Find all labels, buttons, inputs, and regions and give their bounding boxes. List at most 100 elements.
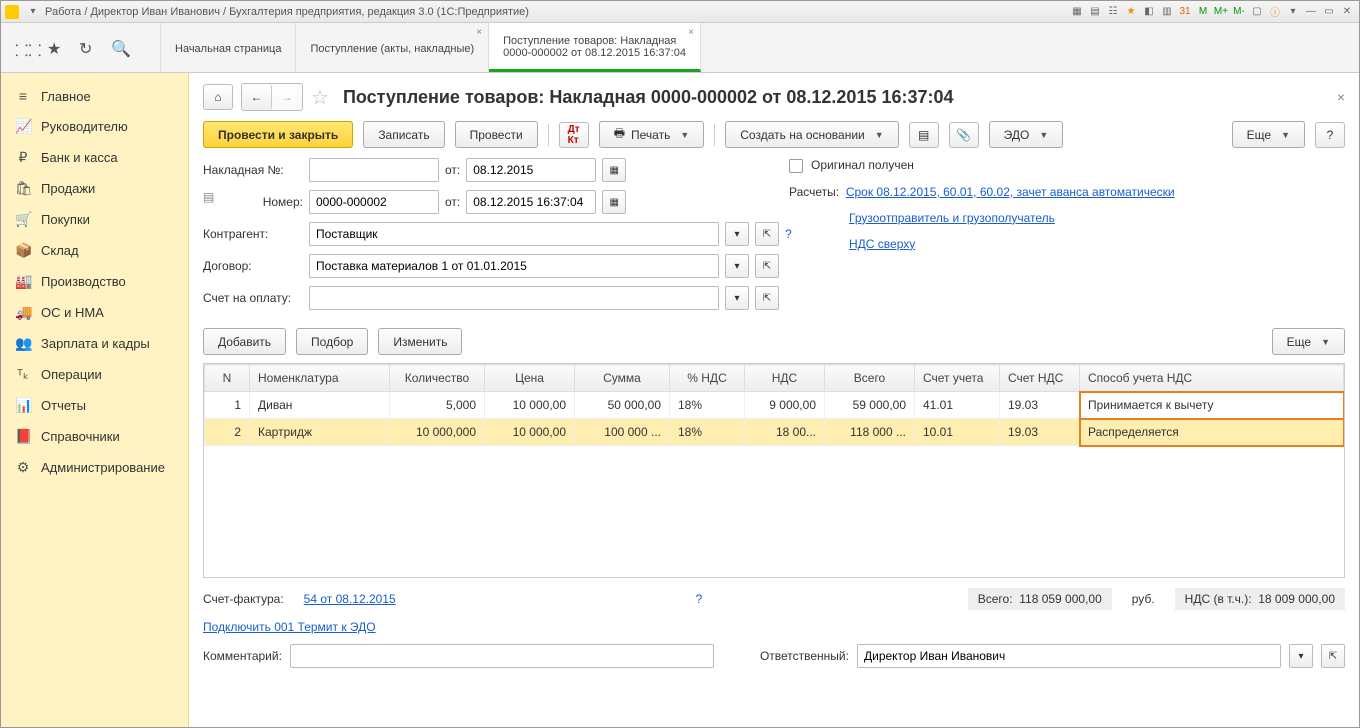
create-based-button[interactable]: Создать на основании▼ — [725, 121, 898, 148]
tb-icon[interactable]: ▤ — [1087, 4, 1103, 20]
invoice-input[interactable] — [309, 158, 439, 182]
invoice-link[interactable]: 54 от 08.12.2015 — [304, 592, 396, 606]
favorite-icon[interactable]: ★ — [1123, 4, 1139, 20]
number-label: Номер: — [203, 195, 303, 209]
date2-input[interactable] — [466, 190, 596, 214]
sidebar-item-main[interactable]: ≡Главное — [1, 81, 188, 111]
consignor-link[interactable]: Грузоотправитель и грузополучатель — [849, 211, 1055, 225]
sidebar-item-assets[interactable]: 🚚ОС и НМА — [1, 297, 188, 328]
tb-icon[interactable]: ◧ — [1141, 4, 1157, 20]
original-checkbox[interactable] — [789, 159, 803, 173]
toolbar: Провести и закрыть Записать Провести ДтК… — [189, 117, 1359, 158]
number-input[interactable] — [309, 190, 439, 214]
home-button[interactable]: ⌂ — [203, 84, 233, 110]
sidebar-item-salary[interactable]: 👥Зарплата и кадры — [1, 328, 188, 359]
sidebar-item-reports[interactable]: 📊Отчеты — [1, 390, 188, 421]
search-icon[interactable]: 🔍 — [111, 39, 129, 57]
write-button[interactable]: Записать — [363, 121, 444, 148]
reports-icon: 📊 — [15, 397, 31, 414]
app-logo-icon — [5, 5, 19, 19]
attach-icon[interactable]: 📎 — [949, 122, 979, 148]
dropdown-icon[interactable]: ▾ — [25, 4, 41, 20]
truck-icon: 🚚 — [15, 304, 31, 321]
comment-input[interactable] — [290, 644, 714, 668]
close-icon[interactable]: × — [1337, 89, 1345, 105]
calendar-icon[interactable]: ▦ — [602, 190, 626, 214]
maximize-icon[interactable]: ▭ — [1321, 4, 1337, 20]
calendar-icon[interactable]: 31 — [1177, 4, 1193, 20]
contract-input[interactable] — [309, 254, 719, 278]
forward-button: → — [272, 84, 302, 110]
apps-icon[interactable]: ⸬⸬ — [15, 39, 33, 57]
dropdown-icon[interactable]: ▾ — [1285, 4, 1301, 20]
m-plus-icon[interactable]: M+ — [1213, 4, 1229, 20]
doc-icon[interactable]: ▤ — [909, 122, 939, 148]
edo-button[interactable]: ЭДО▼ — [989, 121, 1064, 148]
table-row[interactable]: 1 Диван 5,000 10 000,00 50 000,00 18% 9 … — [205, 392, 1344, 419]
more-button[interactable]: Еще▼ — [1232, 121, 1305, 148]
responsible-input[interactable] — [857, 644, 1281, 668]
back-button[interactable]: ← — [242, 84, 272, 110]
tb-icon[interactable]: ▦ — [1069, 4, 1085, 20]
tab-receipts[interactable]: Поступление (акты, накладные)× — [296, 23, 489, 72]
table-row[interactable]: 2 Картридж 10 000,000 10 000,00 100 000 … — [205, 419, 1344, 446]
tab-start[interactable]: Начальная страница — [161, 23, 296, 72]
open-icon[interactable]: ⇱ — [755, 254, 779, 278]
m-icon[interactable]: M — [1195, 4, 1211, 20]
payment-input[interactable] — [309, 286, 719, 310]
help-icon[interactable]: ? — [696, 592, 703, 606]
sidebar-item-operations[interactable]: ᵀₖОперации — [1, 359, 188, 390]
sidebar-item-purchases[interactable]: 🛒Покупки — [1, 204, 188, 235]
date1-input[interactable] — [466, 158, 596, 182]
gear-icon: ⚙ — [15, 459, 31, 476]
invoice-label: Накладная №: — [203, 163, 303, 177]
close-icon[interactable]: × — [476, 27, 482, 38]
contract-label: Договор: — [203, 259, 303, 273]
dropdown-icon[interactable]: ▾ — [725, 254, 749, 278]
tb-icon[interactable]: ☷ — [1105, 4, 1121, 20]
open-icon[interactable]: ⇱ — [1321, 644, 1345, 668]
close-icon[interactable]: × — [688, 27, 694, 38]
open-icon[interactable]: ⇱ — [755, 286, 779, 310]
print-button[interactable]: 🖶 Печать▼ — [599, 121, 705, 148]
post-button[interactable]: Провести — [455, 121, 538, 148]
help-button[interactable]: ? — [1315, 122, 1345, 148]
cart-icon: 🛒 — [15, 211, 31, 228]
add-button[interactable]: Добавить — [203, 328, 286, 355]
dropdown-icon[interactable]: ▾ — [725, 222, 749, 246]
settlements-link[interactable]: Срок 08.12.2015, 60.01, 60.02, зачет ава… — [846, 185, 1175, 199]
dtkt-button[interactable]: ДтКт — [559, 122, 589, 148]
pick-button[interactable]: Подбор — [296, 328, 368, 355]
footer: Счет-фактура: 54 от 08.12.2015 ? Всего: … — [189, 578, 1359, 678]
sidebar-item-warehouse[interactable]: 📦Склад — [1, 235, 188, 266]
edit-button[interactable]: Изменить — [378, 328, 462, 355]
star-icon[interactable]: ☆ — [311, 85, 329, 110]
m-minus-icon[interactable]: M- — [1231, 4, 1247, 20]
sidebar-item-admin[interactable]: ⚙Администрирование — [1, 452, 188, 483]
titlebar-text: Работа / Директор Иван Иванович / Бухгал… — [45, 6, 529, 18]
table-more-button[interactable]: Еще▼ — [1272, 328, 1345, 355]
tb-icon[interactable]: ▢ — [1249, 4, 1265, 20]
open-icon[interactable]: ⇱ — [755, 222, 779, 246]
post-close-button[interactable]: Провести и закрыть — [203, 121, 353, 148]
sidebar: ≡Главное 📈Руководителю ₽Банк и касса 🛍Пр… — [1, 73, 189, 727]
vat-link[interactable]: НДС сверху — [849, 237, 915, 251]
sidebar-item-sales[interactable]: 🛍Продажи — [1, 173, 188, 204]
sidebar-item-production[interactable]: 🏭Производство — [1, 266, 188, 297]
sidebar-item-refs[interactable]: 📕Справочники — [1, 421, 188, 452]
sidebar-item-manager[interactable]: 📈Руководителю — [1, 111, 188, 142]
tab-current[interactable]: Поступление товаров: Накладная 0000-0000… — [489, 23, 701, 72]
kontragent-input[interactable] — [309, 222, 719, 246]
star-icon[interactable]: ★ — [47, 39, 65, 57]
kontragent-label: Контрагент: — [203, 227, 303, 241]
info-icon[interactable]: ⓘ — [1267, 4, 1283, 20]
history-icon[interactable]: ↻ — [79, 39, 97, 57]
edo-connect-link[interactable]: Подключить 001 Термит к ЭДО — [203, 620, 376, 634]
dropdown-icon[interactable]: ▾ — [1289, 644, 1313, 668]
minimize-icon[interactable]: — — [1303, 4, 1319, 20]
tb-icon[interactable]: ▥ — [1159, 4, 1175, 20]
close-icon[interactable]: ✕ — [1339, 4, 1355, 20]
sidebar-item-bank[interactable]: ₽Банк и касса — [1, 142, 188, 173]
calendar-icon[interactable]: ▦ — [602, 158, 626, 182]
dropdown-icon[interactable]: ▾ — [725, 286, 749, 310]
